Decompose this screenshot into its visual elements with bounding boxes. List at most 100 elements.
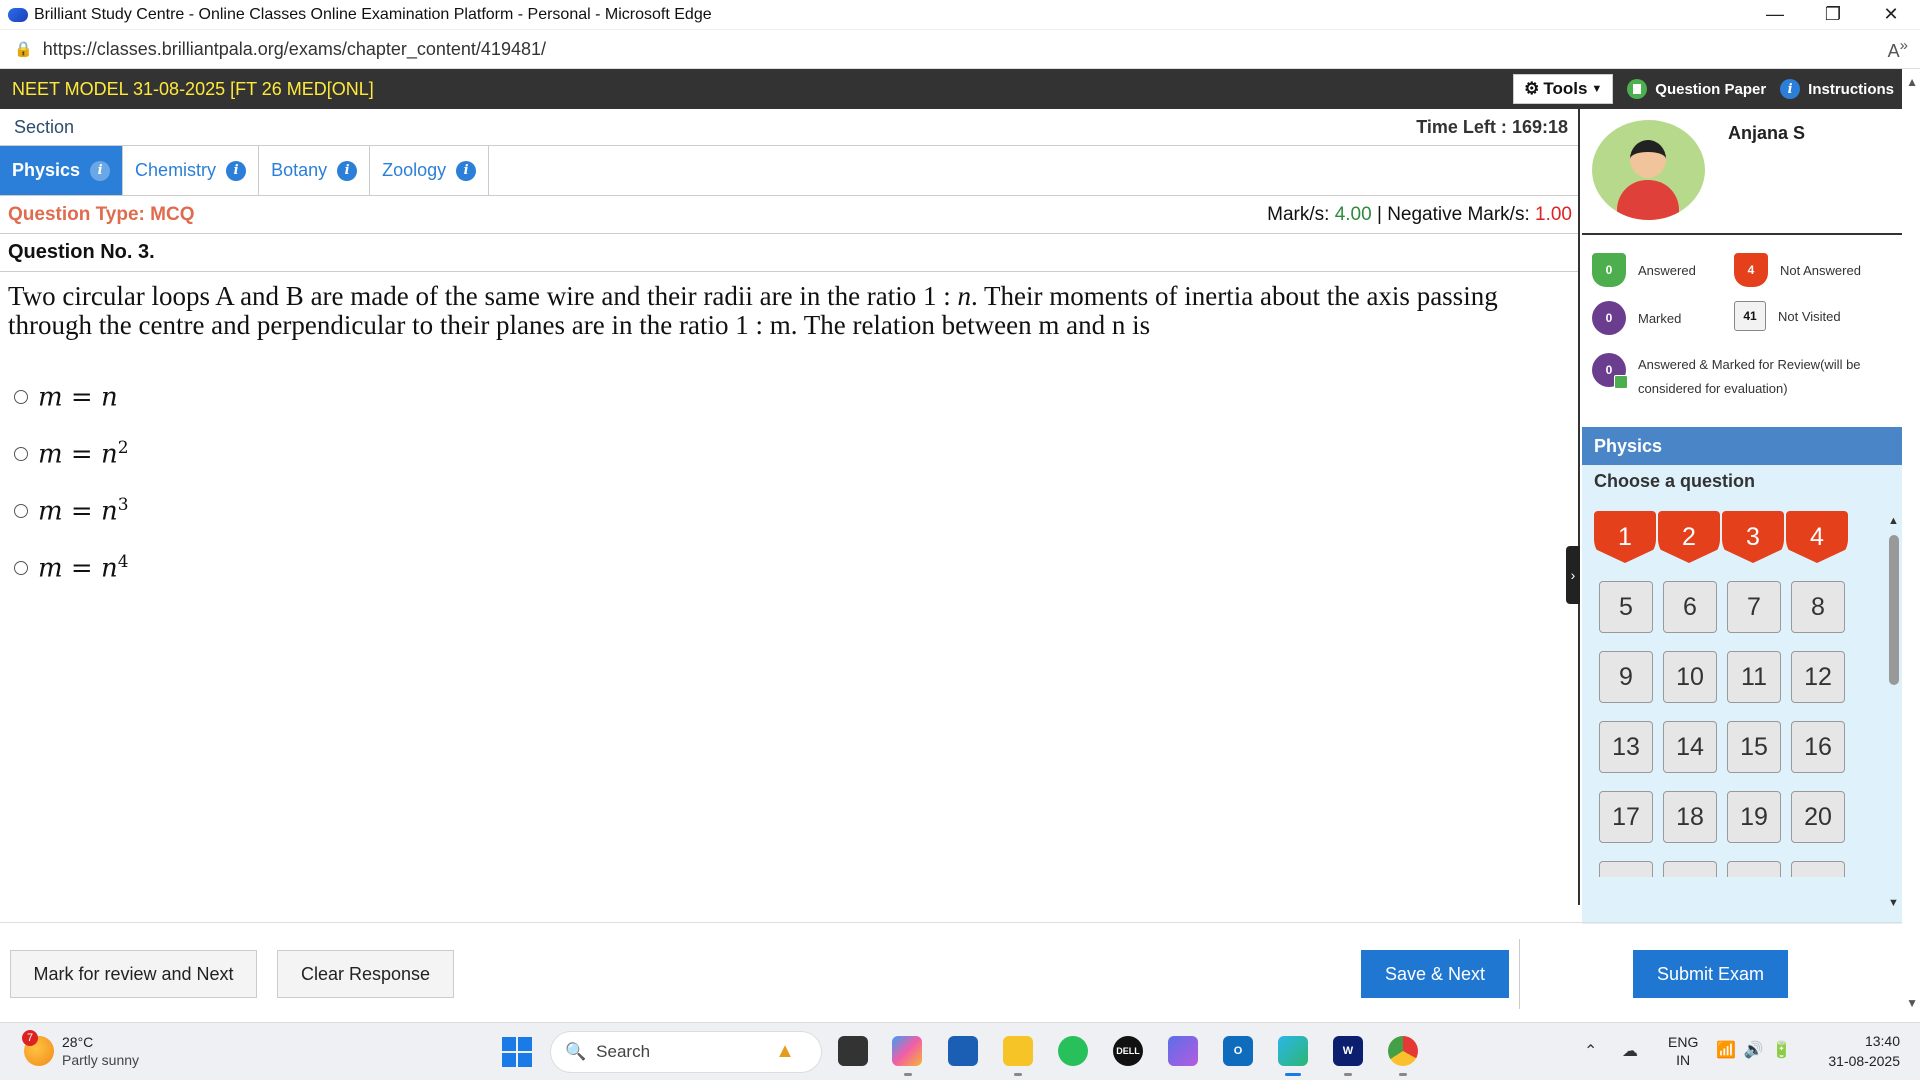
question-grid: 1 2 3 4 5 6 7 8 9 10 11 12 13 14 15 16 17 18 19 20	[1594, 511, 1850, 877]
legend-marked: 0 Marked	[1592, 301, 1681, 335]
question-button-19[interactable]: 19	[1727, 791, 1781, 843]
chevron-up-icon[interactable]: ⌃	[1584, 1041, 1597, 1061]
page-scroll-up-arrow[interactable]: ▲	[1906, 75, 1918, 89]
question-paper-link[interactable]: Question Paper	[1627, 79, 1766, 99]
question-button-partial[interactable]	[1727, 861, 1781, 877]
submit-exam-button[interactable]: Submit Exam	[1633, 950, 1788, 998]
question-button-7[interactable]: 7	[1727, 581, 1781, 633]
status-legend: 0 Answered 4 Not Answered 0 Marked 41 No…	[1582, 235, 1902, 427]
option-3[interactable]: m = n3	[14, 482, 1578, 539]
option-radio[interactable]	[14, 560, 28, 575]
address-bar[interactable]: 🔒 https://classes.brilliantpala.org/exam…	[0, 29, 1920, 69]
weather-widget[interactable]: 7 28°C Partly sunny	[22, 1030, 139, 1069]
url-text[interactable]: https://classes.brilliantpala.org/exams/…	[43, 39, 546, 60]
info-icon[interactable]: i	[456, 160, 477, 181]
dell-icon[interactable]: DELL	[1113, 1036, 1143, 1066]
clock[interactable]: 13:40 31-08-2025	[1810, 1031, 1900, 1071]
clear-response-button[interactable]: Clear Response	[277, 950, 454, 998]
option-radio[interactable]	[14, 446, 28, 461]
instructions-link[interactable]: i Instructions	[1780, 79, 1894, 99]
info-icon[interactable]: i	[90, 160, 111, 181]
app-icon[interactable]	[1168, 1036, 1198, 1066]
whatsapp-icon[interactable]	[1058, 1036, 1088, 1066]
divider	[1519, 939, 1520, 1009]
question-button-17[interactable]: 17	[1599, 791, 1653, 843]
not-visited-label: Not Visited	[1778, 308, 1841, 324]
clock-date: 31-08-2025	[1828, 1053, 1900, 1069]
section-row: Section Time Left : 169:18	[0, 109, 1578, 146]
tab-chemistry[interactable]: Chemistry i	[123, 146, 260, 195]
minimize-button[interactable]: —	[1746, 0, 1804, 29]
read-aloud-icon[interactable]: A»	[1888, 37, 1908, 62]
question-button-6[interactable]: 6	[1663, 581, 1717, 633]
info-icon[interactable]: i	[226, 160, 247, 181]
collapse-panel-handle[interactable]: ›	[1566, 546, 1580, 604]
question-button-1[interactable]: 1	[1594, 511, 1656, 563]
question-button-partial[interactable]	[1663, 861, 1717, 877]
marks-info: Mark/s: 4.00 | Negative Mark/s: 1.00	[1267, 204, 1572, 226]
system-tray-icons[interactable]: 📶🔊🔋	[1716, 1040, 1800, 1060]
mark-for-review-button[interactable]: Mark for review and Next	[10, 950, 257, 998]
option-text: m = n	[38, 381, 118, 412]
question-button-12[interactable]: 12	[1791, 651, 1845, 703]
question-button-20[interactable]: 20	[1791, 791, 1845, 843]
marked-label: Marked	[1638, 310, 1682, 326]
question-button-2[interactable]: 2	[1658, 511, 1720, 563]
option-4[interactable]: m = n4	[14, 539, 1578, 596]
tools-dropdown[interactable]: ⚙ Tools ▼	[1513, 74, 1614, 104]
question-button-9[interactable]: 9	[1599, 651, 1653, 703]
question-button-10[interactable]: 10	[1663, 651, 1717, 703]
question-button-partial[interactable]	[1791, 861, 1845, 877]
option-radio[interactable]	[14, 389, 28, 404]
scroll-down-arrow[interactable]: ▼	[1888, 897, 1899, 909]
webex-icon[interactable]: W	[1333, 1036, 1363, 1066]
palette-scrollbar[interactable]: ▲ ▼	[1888, 515, 1900, 909]
marked-badge: 0	[1592, 301, 1626, 335]
clock-time: 13:40	[1864, 1033, 1900, 1049]
language-indicator[interactable]: ENG IN	[1668, 1033, 1698, 1069]
question-button-3[interactable]: 3	[1722, 511, 1784, 563]
question-button-partial[interactable]	[1599, 861, 1653, 877]
exam-title: NEET MODEL 31-08-2025 [FT 26 MED[ONL]	[12, 78, 374, 99]
cloud-sync-icon[interactable]: ☁	[1622, 1041, 1638, 1061]
question-button-4[interactable]: 4	[1786, 511, 1848, 563]
edge-icon[interactable]	[1278, 1036, 1308, 1066]
option-radio[interactable]	[14, 503, 28, 518]
question-pane: Section Time Left : 169:18 Physics i Che…	[0, 109, 1580, 905]
scroll-up-arrow[interactable]: ▲	[1888, 515, 1899, 527]
search-highlight-icon[interactable]: ▲	[770, 1036, 800, 1066]
question-button-5[interactable]: 5	[1599, 581, 1653, 633]
file-explorer-icon[interactable]	[1003, 1036, 1033, 1066]
question-button-8[interactable]: 8	[1791, 581, 1845, 633]
question-button-11[interactable]: 11	[1727, 651, 1781, 703]
avatar-body	[1617, 180, 1679, 220]
copilot-icon[interactable]	[892, 1036, 922, 1066]
question-button-16[interactable]: 16	[1791, 721, 1845, 773]
tab-physics[interactable]: Physics i	[0, 146, 124, 195]
page-scroll-down-arrow[interactable]: ▼	[1906, 996, 1918, 1010]
save-next-button[interactable]: Save & Next	[1361, 950, 1509, 998]
tab-botany[interactable]: Botany i	[259, 146, 371, 195]
candidate-name: Anjana S	[1728, 123, 1806, 143]
app-running-indicator	[904, 1073, 912, 1076]
question-button-18[interactable]: 18	[1663, 791, 1717, 843]
option-2[interactable]: m = n2	[14, 425, 1578, 482]
windows-start-icon[interactable]	[502, 1037, 532, 1067]
info-icon[interactable]: i	[337, 160, 358, 181]
weather-text: 28°C Partly sunny	[62, 1033, 139, 1069]
microsoft-store-icon[interactable]	[948, 1036, 978, 1066]
scrollbar-thumb[interactable]	[1889, 535, 1899, 685]
task-view-icon[interactable]	[838, 1036, 868, 1066]
lock-icon[interactable]: 🔒	[14, 40, 33, 58]
option-1[interactable]: m = n	[14, 368, 1578, 425]
restore-button[interactable]: ❐	[1804, 0, 1862, 29]
question-button-15[interactable]: 15	[1727, 721, 1781, 773]
outlook-icon[interactable]: O	[1223, 1036, 1253, 1066]
close-button[interactable]: ✕	[1862, 0, 1920, 29]
language-line2: IN	[1676, 1052, 1691, 1068]
question-button-14[interactable]: 14	[1663, 721, 1717, 773]
tab-zoology[interactable]: Zoology i	[370, 146, 490, 195]
weather-condition: Partly sunny	[62, 1052, 140, 1068]
chrome-icon[interactable]	[1388, 1036, 1418, 1066]
question-button-13[interactable]: 13	[1599, 721, 1653, 773]
